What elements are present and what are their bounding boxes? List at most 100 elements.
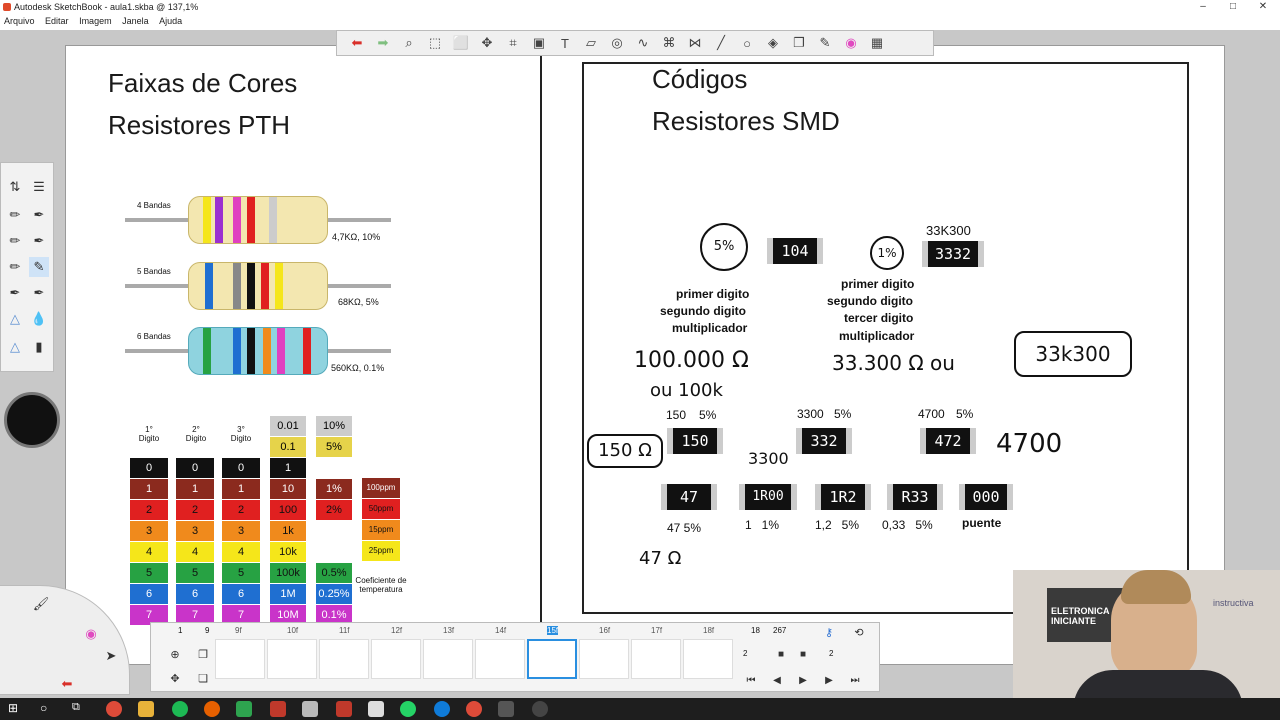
eraser-icon[interactable]: △ bbox=[5, 337, 25, 357]
stop-icon[interactable]: ■ bbox=[771, 645, 791, 665]
symmetry-icon[interactable]: ⋈ bbox=[685, 33, 705, 53]
file-explorer-icon[interactable] bbox=[138, 701, 154, 717]
label-primer-digito: primer digito bbox=[676, 287, 750, 301]
task-view-icon[interactable]: ⧉ bbox=[72, 701, 88, 717]
crop-icon[interactable]: ⌗ bbox=[503, 33, 523, 53]
label2-multiplicador: multiplicador bbox=[839, 329, 915, 343]
close-button[interactable]: ✕ bbox=[1248, 1, 1278, 12]
text-icon[interactable]: T bbox=[555, 33, 575, 53]
calligraphy-brush-icon[interactable]: ✒ bbox=[29, 283, 49, 303]
zoom-icon[interactable]: ⌕ bbox=[399, 33, 419, 53]
perspective-icon[interactable]: ⌘ bbox=[659, 33, 679, 53]
transform-icon[interactable]: ✥ bbox=[477, 33, 497, 53]
menu-arquivo[interactable]: Arquivo bbox=[0, 14, 39, 26]
blur-drop-icon[interactable]: 💧 bbox=[29, 309, 49, 329]
frame-thumbnail[interactable] bbox=[215, 639, 265, 679]
menu-janela[interactable]: Janela bbox=[118, 14, 153, 26]
edge-icon[interactable] bbox=[434, 701, 450, 717]
sketchbook-task-icon[interactable] bbox=[498, 701, 514, 717]
frame-thumbnail[interactable] bbox=[371, 639, 421, 679]
smudge-icon[interactable]: △ bbox=[5, 309, 25, 329]
hard-eraser-icon[interactable]: ▮ bbox=[29, 337, 49, 357]
undo-icon[interactable]: ⬅ bbox=[347, 33, 367, 53]
play-icon[interactable]: ▶ bbox=[793, 671, 813, 691]
lasso-icon[interactable]: ⬜ bbox=[451, 33, 471, 53]
airbrush-icon[interactable]: ✏ bbox=[5, 257, 25, 277]
palette-collapse-icon[interactable]: ⇅ bbox=[5, 177, 25, 197]
row2-top-3: 4700 bbox=[918, 407, 945, 421]
layer-copy-icon[interactable]: ❐ bbox=[193, 645, 213, 665]
frame-thumbnail[interactable] bbox=[267, 639, 317, 679]
layers-icon[interactable]: ❐ bbox=[789, 33, 809, 53]
frame-thumbnail[interactable] bbox=[475, 639, 525, 679]
stop2-icon[interactable]: ■ bbox=[793, 645, 813, 665]
pencil-brush-icon[interactable]: ✏ bbox=[5, 205, 25, 225]
stepper-b[interactable]: 2 bbox=[829, 649, 833, 658]
firefox-icon[interactable] bbox=[204, 701, 220, 717]
cloud-app-icon[interactable] bbox=[302, 701, 318, 717]
frame-label: 12f bbox=[391, 626, 403, 635]
lagoon-undo-icon[interactable]: ⬅ bbox=[57, 674, 77, 694]
brush-tool-icon[interactable]: 🖌 bbox=[31, 594, 51, 614]
obs-icon[interactable] bbox=[532, 701, 548, 717]
brush-library-icon[interactable]: ✎ bbox=[815, 33, 835, 53]
ink-brush-icon[interactable]: ✒ bbox=[29, 231, 49, 251]
chrome-2-icon[interactable] bbox=[466, 701, 482, 717]
frame-thumbnail[interactable] bbox=[319, 639, 369, 679]
chrome-icon[interactable] bbox=[106, 701, 122, 717]
lagoon-color-icon[interactable]: ◉ bbox=[81, 624, 101, 644]
ellipse-guide-icon[interactable]: ◎ bbox=[607, 33, 627, 53]
select-icon[interactable]: ⬚ bbox=[425, 33, 445, 53]
shape-icon[interactable]: ◈ bbox=[763, 33, 783, 53]
frame-thumbnail[interactable] bbox=[527, 639, 577, 679]
next-frame-icon[interactable]: ▶ bbox=[819, 671, 839, 691]
loop-icon[interactable]: ⟲ bbox=[849, 623, 869, 643]
lagoon-pointer-icon[interactable]: ➤ bbox=[101, 646, 121, 666]
pen-brush-icon[interactable]: ✒ bbox=[29, 205, 49, 225]
brush-puck[interactable] bbox=[4, 392, 60, 448]
redo-icon[interactable]: ➡ bbox=[373, 33, 393, 53]
first-frame-icon[interactable]: ⏮ bbox=[741, 671, 761, 691]
active-brush-icon[interactable]: ✎ bbox=[29, 257, 49, 277]
color-wheel-icon[interactable]: ◉ bbox=[841, 33, 861, 53]
usb-app-icon[interactable] bbox=[368, 701, 384, 717]
grid-icon[interactable]: ▦ bbox=[867, 33, 887, 53]
resistor-6-band bbox=[188, 327, 328, 375]
search-icon[interactable]: ○ bbox=[40, 701, 56, 717]
menu-editar[interactable]: Editar bbox=[41, 14, 73, 26]
ruler-icon[interactable]: ▱ bbox=[581, 33, 601, 53]
french-curve-icon[interactable]: ∿ bbox=[633, 33, 653, 53]
spotify-icon[interactable] bbox=[172, 701, 188, 717]
row2-tol-1: 5% bbox=[699, 408, 717, 422]
green-app-icon[interactable] bbox=[236, 701, 252, 717]
frame-thumbnail[interactable] bbox=[683, 639, 733, 679]
digit-cell: 3 bbox=[130, 521, 168, 541]
menu-imagem[interactable]: Imagem bbox=[75, 14, 116, 26]
menu-ajuda[interactable]: Ajuda bbox=[155, 14, 186, 26]
minimize-button[interactable]: – bbox=[1188, 1, 1218, 12]
line-icon[interactable]: ╱ bbox=[711, 33, 731, 53]
smd-chip-3332: 3332 bbox=[922, 241, 984, 267]
chisel-brush-icon[interactable]: ✒ bbox=[5, 283, 25, 303]
prev-frame-icon[interactable]: ◀ bbox=[767, 671, 787, 691]
layer-add-icon[interactable]: ⊕ bbox=[165, 645, 185, 665]
adobe-icon[interactable] bbox=[336, 701, 352, 717]
frame-thumbnail[interactable] bbox=[631, 639, 681, 679]
palette-menu-icon[interactable]: ☰ bbox=[29, 177, 49, 197]
windows-start-icon[interactable]: ⊞ bbox=[8, 701, 24, 717]
fill-icon[interactable]: ▣ bbox=[529, 33, 549, 53]
maximize-button[interactable]: □ bbox=[1218, 1, 1248, 12]
multiplier-cell: 1 bbox=[270, 458, 306, 478]
move-frame-icon[interactable]: ✥ bbox=[165, 669, 185, 689]
smd-chip-47: 47 bbox=[661, 484, 717, 510]
red-app-icon[interactable] bbox=[270, 701, 286, 717]
marker-brush-icon[interactable]: ✏ bbox=[5, 231, 25, 251]
key-icon[interactable]: ⚷ bbox=[819, 623, 839, 643]
frame-thumbnail[interactable] bbox=[579, 639, 629, 679]
stepper-a[interactable]: 2 bbox=[743, 649, 747, 658]
duplicate-frame-icon[interactable]: ❏ bbox=[193, 669, 213, 689]
frame-thumbnail[interactable] bbox=[423, 639, 473, 679]
last-frame-icon[interactable]: ⏭ bbox=[845, 671, 865, 691]
circle-icon[interactable]: ○ bbox=[737, 33, 757, 53]
whatsapp-icon[interactable] bbox=[400, 701, 416, 717]
